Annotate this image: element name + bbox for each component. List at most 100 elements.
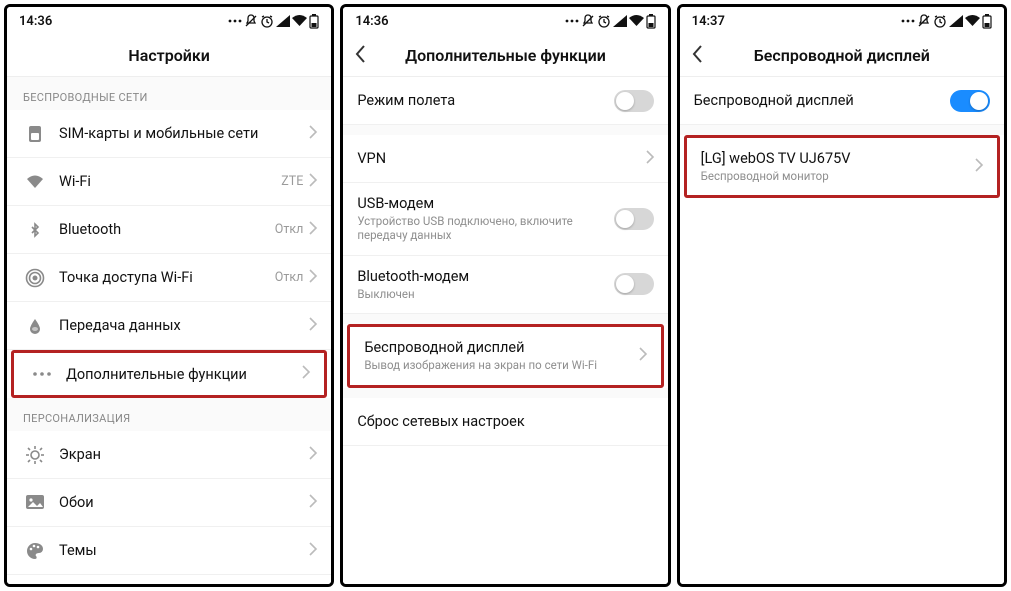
screen-settings: 14:36 Настройки БЕСПРОВОДНЫЕ СЕТИSIM-кар…	[4, 4, 334, 587]
row-value: Откл	[275, 222, 304, 237]
content-area[interactable]: Режим полета VPN USB-модемУстройство USB п…	[343, 77, 667, 584]
row-label: Беспроводной дисплей	[364, 339, 638, 356]
row-label: Режим полета	[357, 92, 613, 109]
page-title: Беспроводной дисплей	[754, 46, 930, 65]
sim-icon	[21, 125, 49, 143]
device-sub: Беспроводной монитор	[701, 169, 975, 183]
sun-icon	[21, 445, 49, 465]
row-airplane[interactable]: Режим полета	[343, 77, 667, 125]
pic-icon	[21, 494, 49, 512]
section-label: ПЕРСОНАЛИЗАЦИЯ	[7, 398, 331, 431]
clock: 14:36	[19, 14, 52, 29]
chevron-left-icon	[692, 45, 704, 63]
palette-icon	[21, 541, 49, 561]
signal-icon	[949, 15, 963, 27]
alarm-icon	[597, 14, 611, 28]
screen-wireless-display: 14:37 Беспроводной дисплей Беспроводной …	[677, 4, 1007, 587]
row-wifi[interactable]: Wi-FiZTE	[7, 158, 331, 206]
row-sub: Устройство USB подключено, включите пере…	[357, 214, 613, 243]
device-row[interactable]: [LG] webOS TV UJ675V Беспроводной монито…	[684, 135, 1000, 198]
row-btm[interactable]: Bluetooth-модем Выключен	[343, 256, 667, 314]
spacer	[680, 125, 1004, 135]
wifi-icon	[629, 15, 644, 27]
row-sound[interactable]: Звук и вибрация	[7, 575, 331, 584]
page-title: Дополнительные функции	[405, 46, 606, 65]
row-label: Bluetooth	[59, 221, 275, 238]
row-screen[interactable]: Экран	[7, 431, 331, 479]
more-icon	[565, 15, 579, 27]
spacer	[343, 314, 667, 324]
chevron-right-icon	[646, 150, 654, 168]
row-wall[interactable]: Обои	[7, 479, 331, 527]
back-button[interactable]	[355, 45, 367, 67]
row-label: Обои	[59, 494, 309, 511]
chevron-right-icon	[309, 446, 317, 464]
chevron-left-icon	[355, 45, 367, 63]
alarm-icon	[260, 14, 274, 28]
chevron-right-icon	[309, 317, 317, 335]
signal-icon	[613, 15, 627, 27]
wifi-icon	[21, 174, 49, 190]
row-label: Экран	[59, 446, 309, 463]
dots-icon	[28, 370, 56, 378]
chevron-right-icon	[309, 173, 317, 191]
row-theme[interactable]: Темы	[7, 527, 331, 575]
row-label: Точка доступа Wi-Fi	[59, 269, 275, 286]
row-netreset[interactable]: Сброс сетевых настроек	[343, 398, 667, 446]
more-icon	[228, 15, 242, 27]
chevron-right-icon	[309, 494, 317, 512]
row-label: Передача данных	[59, 317, 309, 334]
battery-icon	[646, 14, 656, 29]
row-label: SIM-карты и мобильные сети	[59, 125, 309, 142]
row-sim[interactable]: SIM-карты и мобильные сети	[7, 110, 331, 158]
wifi-icon	[292, 15, 307, 27]
chevron-right-icon	[975, 158, 983, 176]
wireless-display-toggle[interactable]	[950, 90, 990, 112]
bell-off-icon	[581, 14, 595, 28]
screen-additional: 14:36 Дополнительные функции Режим полет…	[340, 4, 670, 587]
row-usbm[interactable]: USB-модемУстройство USB подключено, вклю…	[343, 183, 667, 256]
row-label: Bluetooth-модем	[357, 268, 613, 285]
row-sub: Вывод изображения на экран по сети Wi-Fi	[364, 358, 638, 372]
spacer	[343, 125, 667, 135]
usbm-toggle[interactable]	[614, 208, 654, 230]
status-icons	[228, 14, 319, 29]
row-bt[interactable]: BluetoothОткл	[7, 206, 331, 254]
chevron-right-icon	[302, 365, 310, 383]
chevron-right-icon	[309, 542, 317, 560]
row-label: VPN	[357, 150, 645, 167]
clock: 14:37	[692, 14, 725, 29]
content-area[interactable]: Беспроводной дисплей [LG] webOS TV UJ675…	[680, 77, 1004, 584]
back-button[interactable]	[692, 45, 704, 67]
btm-toggle[interactable]	[614, 273, 654, 295]
hotspot-icon	[21, 268, 49, 288]
status-icons	[565, 14, 656, 29]
drop-icon	[21, 317, 49, 335]
header: Дополнительные функции	[343, 35, 667, 77]
chevron-right-icon	[309, 269, 317, 287]
row-more[interactable]: Дополнительные функции	[11, 350, 327, 398]
wifi-icon	[965, 15, 980, 27]
content-area[interactable]: БЕСПРОВОДНЫЕ СЕТИSIM-карты и мобильные с…	[7, 77, 331, 584]
row-data[interactable]: Передача данных	[7, 302, 331, 350]
more-icon	[901, 15, 915, 27]
bell-off-icon	[917, 14, 931, 28]
row-hotspot[interactable]: Точка доступа Wi-FiОткл	[7, 254, 331, 302]
header: Настройки	[7, 35, 331, 77]
chevron-right-icon	[309, 125, 317, 143]
row-label: Wi-Fi	[59, 173, 281, 190]
status-bar: 14:36	[343, 7, 667, 35]
battery-icon	[982, 14, 992, 29]
row-vpn[interactable]: VPN	[343, 135, 667, 183]
row-sub: Выключен	[357, 287, 613, 301]
wireless-display-toggle-row[interactable]: Беспроводной дисплей	[680, 77, 1004, 125]
status-bar: 14:36	[7, 7, 331, 35]
chevron-right-icon	[309, 221, 317, 239]
airplane-toggle[interactable]	[614, 90, 654, 112]
clock: 14:36	[355, 14, 388, 29]
chevron-right-icon	[639, 347, 647, 365]
status-icons	[901, 14, 992, 29]
row-wdisplay[interactable]: Беспроводной дисплей Вывод изображения на…	[347, 324, 663, 387]
battery-icon	[309, 14, 319, 29]
row-label: Дополнительные функции	[66, 366, 302, 383]
